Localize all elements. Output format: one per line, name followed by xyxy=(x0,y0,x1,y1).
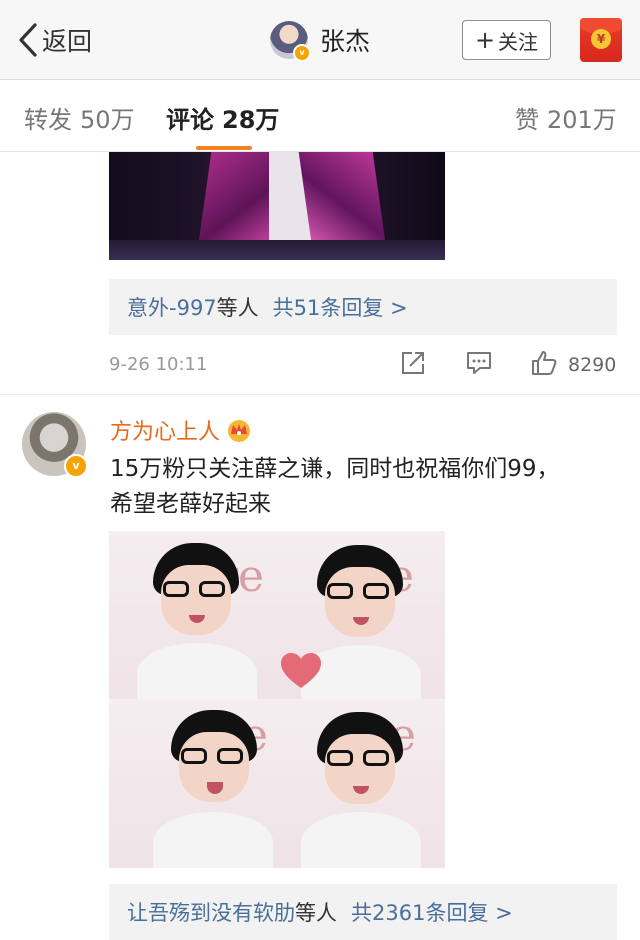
comment-icon xyxy=(465,349,493,381)
avatar[interactable]: v xyxy=(270,21,311,62)
follow-label: 关注 xyxy=(498,29,539,54)
tab-comments[interactable]: 评论 28万 xyxy=(166,100,279,135)
face-shape xyxy=(161,565,231,635)
back-button[interactable]: 返回 xyxy=(18,20,92,60)
back-label: 返回 xyxy=(42,27,93,56)
reply-total-link[interactable]: 共2361条回复 > xyxy=(351,897,513,927)
tab-label: 赞 xyxy=(515,106,539,134)
shirt-shape xyxy=(301,812,421,868)
yuan-coin-icon: ¥ xyxy=(591,29,611,49)
nav-user[interactable]: v 张杰 xyxy=(270,18,370,62)
reply-users[interactable]: 让吾殇到没有软肋 xyxy=(127,897,295,927)
tab-count: 201万 xyxy=(547,106,617,134)
chevron-left-icon xyxy=(18,23,38,57)
tab-likes[interactable]: 赞 201万 xyxy=(515,100,617,135)
avatar[interactable]: v xyxy=(22,412,88,478)
image-detail xyxy=(109,240,445,260)
active-tab-indicator xyxy=(196,146,252,150)
tab-count: 50万 xyxy=(80,106,135,134)
reply-total-link[interactable]: 共51条回复 > xyxy=(273,292,408,322)
shirt-shape xyxy=(137,643,257,699)
verified-badge-icon: v xyxy=(293,44,311,62)
reply-suffix: 等人 xyxy=(216,296,259,320)
glasses-shape xyxy=(163,581,229,599)
tab-bar: 转发 50万 评论 28万 赞 201万 xyxy=(0,80,640,152)
comment-text: 15万粉只关注薛之谦，同时也祝福你们99， 希望老薛好起来 xyxy=(110,452,610,522)
red-packet-icon[interactable]: ¥ xyxy=(580,18,622,62)
tab-repost[interactable]: 转发 50万 xyxy=(24,100,135,135)
username-label: 方为心上人 xyxy=(110,420,221,445)
tab-count: 28万 xyxy=(222,106,280,134)
comment-text-line: 希望老薛好起来 xyxy=(110,491,271,517)
shirt-shape xyxy=(153,812,273,868)
reply-summary[interactable]: 意外-997 等人 共51条回复 > xyxy=(109,279,617,335)
reply-suffix: 等人 xyxy=(295,901,337,925)
verified-badge-icon: v xyxy=(64,454,88,478)
glasses-shape xyxy=(327,583,393,601)
thumbs-up-icon xyxy=(530,349,558,381)
comment-username[interactable]: 方为心上人 xyxy=(110,414,252,446)
share-icon xyxy=(400,350,426,380)
follow-button[interactable]: + 关注 xyxy=(462,20,551,60)
plus-icon: + xyxy=(474,26,496,54)
page-title: 张杰 xyxy=(320,27,371,56)
glasses-shape xyxy=(181,748,247,766)
comment-image-grid[interactable]: re re re re xyxy=(109,531,445,868)
image-detail xyxy=(297,152,387,252)
nav-bar: 返回 v 张杰 + 关注 ¥ xyxy=(0,0,640,80)
face-shape xyxy=(325,567,395,637)
comment-divider xyxy=(0,394,640,395)
photo-cell: re xyxy=(109,700,277,868)
photo-cell: re xyxy=(109,531,277,699)
tab-label: 转发 xyxy=(24,106,72,134)
comment-button[interactable] xyxy=(465,348,493,382)
like-count: 8290 xyxy=(568,354,617,376)
comment-time: 9-26 10:11 xyxy=(109,354,208,375)
heart-icon xyxy=(281,653,321,688)
comment-text-line: 15万粉只关注薛之谦，同时也祝福你们99， xyxy=(110,456,560,482)
reply-users[interactable]: 意外-997 xyxy=(127,292,217,322)
photo-cell: re xyxy=(277,700,445,868)
tab-label: 评论 xyxy=(166,106,214,134)
share-button[interactable] xyxy=(400,348,426,382)
crown-icon xyxy=(226,418,252,442)
comment-image[interactable] xyxy=(109,152,445,260)
like-button[interactable]: 8290 xyxy=(530,348,616,382)
glasses-shape xyxy=(327,750,393,768)
